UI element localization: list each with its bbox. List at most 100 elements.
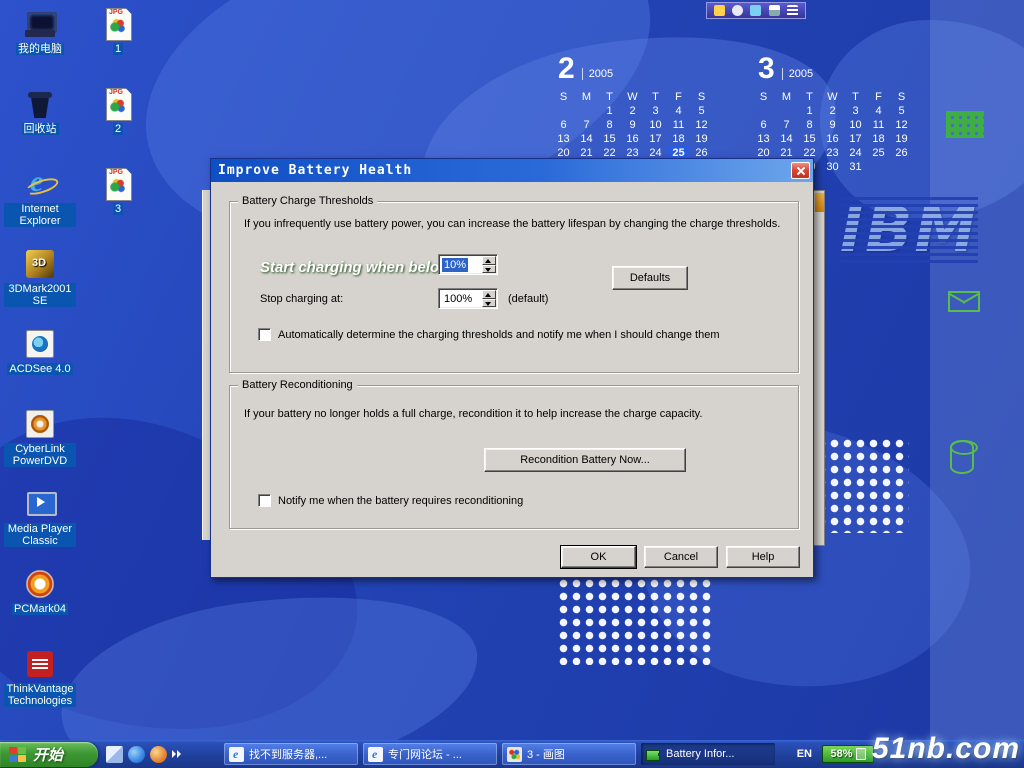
taskbar-button[interactable]: Battery Infor...	[641, 743, 775, 765]
calendar-day: 30	[821, 160, 844, 174]
calendar-weekday: T	[798, 90, 821, 104]
calendar-day: 19	[890, 132, 913, 146]
calendar-day: 9	[621, 118, 644, 132]
recycle-bin-icon	[24, 88, 56, 120]
calendar-header: 32005	[758, 56, 922, 82]
desktop-icon-label: Media Player Classic	[4, 523, 76, 547]
paint-icon	[507, 747, 522, 762]
ie-page-icon	[229, 747, 244, 762]
start-button[interactable]: 开始	[0, 742, 98, 767]
help-button[interactable]: Help	[726, 546, 800, 568]
calendar-day: 14	[775, 132, 798, 146]
calendar-day: 10	[644, 118, 667, 132]
desktop-icon-label: 1	[113, 43, 123, 55]
taskbar-button-label: 找不到服务器,...	[249, 746, 327, 762]
media-player-classic-icon	[24, 488, 56, 520]
group-title: Battery Charge Thresholds	[238, 195, 377, 208]
power-icon[interactable]	[714, 5, 725, 16]
auto-determine-checkbox[interactable]	[258, 328, 271, 341]
desktop-icon-acdsee[interactable]: ACDSee 4.0	[2, 324, 78, 404]
spin-up-icon[interactable]	[482, 256, 496, 265]
media-player-icon[interactable]	[150, 746, 167, 763]
calendar-day: 6	[552, 118, 575, 132]
auto-determine-checkbox-row: Automatically determine the charging thr…	[258, 328, 719, 341]
system-toolbar[interactable]	[706, 2, 806, 19]
notify-reconditioning-checkbox[interactable]	[258, 494, 271, 507]
start-charging-value[interactable]: 10%	[442, 258, 468, 272]
calendar-day: 11	[667, 118, 690, 132]
desktop-icon-internet-explorer[interactable]: Internet Explorer	[2, 164, 78, 244]
ok-button[interactable]: OK	[561, 546, 636, 568]
background-window-edge[interactable]	[202, 190, 210, 540]
start-charging-spinner[interactable]: 10%	[438, 254, 498, 275]
spin-down-icon[interactable]	[482, 265, 496, 274]
spin-up-icon[interactable]	[482, 290, 496, 299]
calendar-day: 15	[798, 132, 821, 146]
calendar-day: 16	[621, 132, 644, 146]
keyboard-icon[interactable]	[787, 5, 798, 16]
calendar-day: 19	[690, 132, 713, 146]
notify-reconditioning-checkbox-label[interactable]: Notify me when the battery requires reco…	[278, 495, 523, 507]
calendar-day: 16	[821, 132, 844, 146]
desktop-icon-column: JPG1JPG2JPG3	[80, 4, 156, 244]
display-icon[interactable]	[750, 5, 761, 16]
windows-flag-icon	[9, 747, 27, 762]
calendar-day: 4	[867, 104, 890, 118]
desktop-icon-jpg-file[interactable]: JPG3	[80, 164, 156, 244]
dialog-titlebar[interactable]: Improve Battery Health	[211, 159, 813, 182]
desktop-icon-jpg-file[interactable]: JPG2	[80, 84, 156, 164]
calendar-weekday: S	[752, 90, 775, 104]
close-icon[interactable]	[791, 162, 810, 179]
desktop-icon-powerdvd[interactable]: CyberLink PowerDVD	[2, 404, 78, 484]
desktop-icon-label: 我的电脑	[16, 43, 64, 55]
calendar-day	[890, 160, 913, 174]
desktop-icon-pcmark[interactable]: PCMark04	[2, 564, 78, 644]
calendar-year: 2005	[782, 68, 813, 80]
calendar-day: 25	[867, 146, 890, 160]
battery-tray-indicator[interactable]: 58%	[822, 745, 874, 763]
auto-determine-checkbox-label[interactable]: Automatically determine the charging thr…	[278, 329, 719, 341]
calendar-weekday: S	[552, 90, 575, 104]
calendar-weekday: T	[598, 90, 621, 104]
internet-explorer-icon	[24, 168, 56, 200]
taskbar-button[interactable]: 3 - 画图	[502, 743, 636, 765]
mouse-icon[interactable]	[732, 5, 743, 16]
spin-down-icon[interactable]	[482, 299, 496, 308]
stop-charging-value[interactable]: 100%	[442, 292, 474, 306]
taskbar-button[interactable]: 专门网论坛 - ...	[363, 743, 497, 765]
desktop-icon-benchmark-3dmark[interactable]: 3DMark2001 SE	[2, 244, 78, 324]
defaults-button[interactable]: Defaults	[612, 266, 688, 290]
calendar-day: 15	[598, 132, 621, 146]
battery-reconditioning-group: Battery Reconditioning If your battery n…	[229, 385, 799, 529]
taskbar-button-label: Battery Infor...	[666, 748, 734, 760]
desktop-icon-label: 3	[113, 203, 123, 215]
desktop-icon-label: PCMark04	[12, 603, 68, 615]
database-cylinder-icon	[950, 440, 974, 474]
chevron-icon[interactable]	[172, 746, 183, 763]
my-computer-icon	[24, 8, 56, 40]
desktop-icon-thinkvantage[interactable]: ThinkVantage Technologies	[2, 644, 78, 724]
desktop-icon-jpg-file[interactable]: JPG1	[80, 4, 156, 84]
start-charging-label: Start charging when below:	[260, 259, 456, 276]
desktop-icon-my-computer[interactable]: 我的电脑	[2, 4, 78, 84]
show-desktop-icon[interactable]	[106, 746, 123, 763]
language-indicator[interactable]: EN	[797, 748, 812, 760]
stop-charging-spinner[interactable]: 100%	[438, 288, 498, 309]
calendar-day: 1	[598, 104, 621, 118]
calendar-weekday: F	[667, 90, 690, 104]
calendar-day: 9	[821, 118, 844, 132]
desktop-icon-recycle-bin[interactable]: 回收站	[2, 84, 78, 164]
calendar-day	[867, 160, 890, 174]
volume-icon[interactable]	[769, 5, 780, 16]
desktop-icon-media-player-classic[interactable]: Media Player Classic	[2, 484, 78, 564]
taskbar-task-area: 找不到服务器,... 专门网论坛 - ... 3 - 画图 Battery Infor…	[224, 743, 775, 765]
recondition-battery-button[interactable]: Recondition Battery Now...	[484, 448, 686, 472]
battery-charge-thresholds-group: Battery Charge Thresholds If you infrequ…	[229, 201, 799, 373]
cancel-button[interactable]: Cancel	[644, 546, 718, 568]
taskbar-button-label: 专门网论坛 - ...	[388, 746, 462, 762]
internet-explorer-icon[interactable]	[128, 746, 145, 763]
background-window-edge[interactable]	[813, 190, 825, 546]
calendar-day: 17	[844, 132, 867, 146]
powerdvd-icon	[24, 408, 56, 440]
taskbar-button[interactable]: 找不到服务器,...	[224, 743, 358, 765]
